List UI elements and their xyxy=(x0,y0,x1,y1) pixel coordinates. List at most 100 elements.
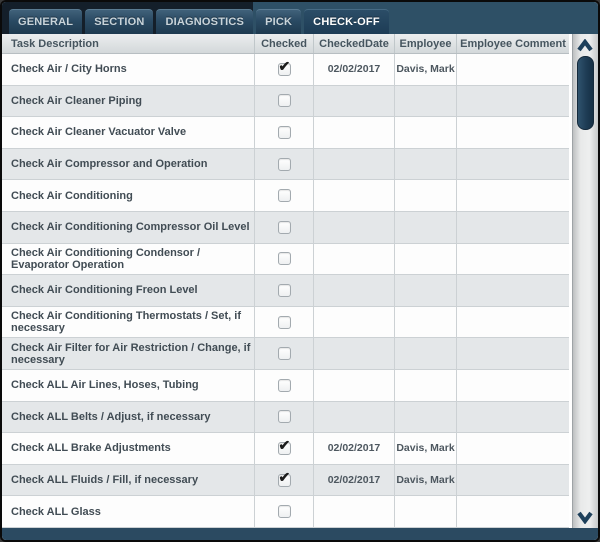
header-employee[interactable]: Employee xyxy=(395,34,457,53)
employee-comment-cell xyxy=(457,433,569,464)
task-checkbox[interactable] xyxy=(277,189,291,203)
employee-cell xyxy=(395,243,457,275)
task-description-cell: Check Air Cleaner Vacuator Valve xyxy=(2,117,255,148)
checked-cell xyxy=(255,401,314,433)
check-icon: ✔ xyxy=(278,468,291,485)
task-description-cell: Check ALL Belts / Adjust, if necessary xyxy=(2,401,255,433)
task-description-cell: Check Air Conditioning Thermostats / Set… xyxy=(2,306,255,338)
checked-date-cell xyxy=(314,496,395,527)
checked-cell xyxy=(255,243,314,275)
table-row[interactable]: Check Air Conditioning Freon Level xyxy=(2,275,569,307)
checked-cell xyxy=(255,85,314,117)
employee-comment-cell xyxy=(457,244,569,275)
employee-cell: Davis, Mark xyxy=(395,433,457,464)
tab-pick[interactable]: PICK xyxy=(256,9,302,34)
checked-date-cell xyxy=(314,243,395,275)
check-icon: ✔ xyxy=(278,436,291,453)
table-row[interactable]: Check Air Cleaner Vacuator Valve xyxy=(2,117,569,149)
checked-cell xyxy=(255,211,314,243)
table-row[interactable]: Check Air Conditioning Compressor Oil Le… xyxy=(2,211,569,244)
task-checkbox[interactable] xyxy=(277,125,291,139)
vertical-scrollbar xyxy=(569,34,598,528)
table-row[interactable]: Check ALL Brake Adjustments ✔ 02/02/2017… xyxy=(2,433,569,465)
chevron-down-icon xyxy=(577,511,593,524)
task-description-cell: Check Air Filter for Air Restriction / C… xyxy=(2,338,255,369)
employee-comment-cell xyxy=(457,307,569,338)
table-row[interactable]: Check ALL Glass xyxy=(2,496,569,528)
task-checkbox[interactable] xyxy=(277,347,291,361)
checked-cell xyxy=(255,338,314,369)
employee-cell xyxy=(395,148,457,180)
tab-general[interactable]: GENERAL xyxy=(9,9,83,34)
checked-date-cell xyxy=(314,180,395,211)
task-checkbox[interactable] xyxy=(277,505,291,519)
checked-date-cell xyxy=(314,211,395,243)
tab-section[interactable]: SECTION xyxy=(85,9,154,34)
chevron-up-icon xyxy=(577,38,593,51)
table-row[interactable]: Check ALL Fluids / Fill, if necessary ✔ … xyxy=(2,464,569,497)
task-checkbox[interactable]: ✔ xyxy=(277,58,291,76)
task-checkbox[interactable]: ✔ xyxy=(277,437,291,455)
checked-date-cell xyxy=(314,85,395,117)
task-checkbox[interactable] xyxy=(277,315,291,329)
header-checked-date[interactable]: CheckedDate xyxy=(314,34,395,53)
task-checkbox[interactable] xyxy=(277,220,291,234)
employee-comment-cell xyxy=(457,370,569,401)
header-employee-comment[interactable]: Employee Comment xyxy=(457,34,569,53)
task-description-cell: Check Air / City Horns xyxy=(2,54,255,85)
task-description-cell: Check Air Conditioning Condensor / Evapo… xyxy=(2,243,255,275)
task-checkbox[interactable] xyxy=(277,252,291,266)
checked-cell: ✔ xyxy=(255,433,314,464)
task-checkbox[interactable] xyxy=(277,410,291,424)
table-row[interactable]: Check Air Conditioning Thermostats / Set… xyxy=(2,306,569,339)
bottom-status-bar xyxy=(2,528,598,540)
task-checkbox[interactable] xyxy=(277,94,291,108)
task-description-cell: Check ALL Brake Adjustments xyxy=(2,433,255,464)
checked-cell: ✔ xyxy=(255,464,314,496)
employee-comment-cell xyxy=(457,402,569,433)
task-checkbox[interactable] xyxy=(277,378,291,392)
task-description-cell: Check Air Compressor and Operation xyxy=(2,148,255,180)
table-row[interactable]: Check Air Compressor and Operation xyxy=(2,148,569,181)
task-description-cell: Check Air Conditioning Freon Level xyxy=(2,275,255,306)
tab-diagnostics[interactable]: DIAGNOSTICS xyxy=(156,9,254,34)
checked-date-cell: 02/02/2017 xyxy=(314,54,395,85)
header-checked[interactable]: Checked xyxy=(255,34,314,53)
task-description-cell: Check ALL Air Lines, Hoses, Tubing xyxy=(2,369,255,401)
table-row[interactable]: Check Air Filter for Air Restriction / C… xyxy=(2,338,569,370)
task-description-cell: Check ALL Fluids / Fill, if necessary xyxy=(2,464,255,496)
table-body: Check Air / City Horns ✔ 02/02/2017 Davi… xyxy=(2,54,569,528)
scrollbar-thumb[interactable] xyxy=(577,56,594,130)
employee-cell xyxy=(395,180,457,211)
checked-cell xyxy=(255,275,314,306)
table-row[interactable]: Check ALL Air Lines, Hoses, Tubing xyxy=(2,369,569,402)
scroll-down-button[interactable] xyxy=(575,509,595,525)
checked-date-cell xyxy=(314,148,395,180)
employee-cell xyxy=(395,496,457,527)
checked-date-cell xyxy=(314,338,395,369)
checked-date-cell xyxy=(314,306,395,338)
employee-comment-cell xyxy=(457,338,569,369)
employee-comment-cell xyxy=(457,86,569,117)
task-checkbox[interactable]: ✔ xyxy=(277,469,291,487)
table-row[interactable]: Check ALL Belts / Adjust, if necessary xyxy=(2,401,569,434)
task-checkbox[interactable] xyxy=(277,283,291,297)
window-frame: GENERAL SECTION DIAGNOSTICS PICK CHECK-O… xyxy=(2,2,598,540)
checked-cell: ✔ xyxy=(255,54,314,85)
employee-cell xyxy=(395,211,457,243)
employee-cell xyxy=(395,369,457,401)
table-row[interactable]: Check Air Conditioning Condensor / Evapo… xyxy=(2,243,569,276)
checked-date-cell: 02/02/2017 xyxy=(314,464,395,496)
task-checkbox[interactable] xyxy=(277,157,291,171)
employee-cell xyxy=(395,401,457,433)
table-row[interactable]: Check Air / City Horns ✔ 02/02/2017 Davi… xyxy=(2,54,569,86)
table-row[interactable]: Check Air Conditioning xyxy=(2,180,569,212)
checked-date-cell xyxy=(314,401,395,433)
header-task-description[interactable]: Task Description xyxy=(2,34,255,53)
task-description-cell: Check Air Conditioning Compressor Oil Le… xyxy=(2,211,255,243)
table-row[interactable]: Check Air Cleaner Piping xyxy=(2,85,569,118)
tab-check-off[interactable]: CHECK-OFF xyxy=(304,9,389,34)
employee-comment-cell xyxy=(457,275,569,306)
scroll-up-button[interactable] xyxy=(575,37,595,53)
employee-comment-cell xyxy=(457,180,569,211)
